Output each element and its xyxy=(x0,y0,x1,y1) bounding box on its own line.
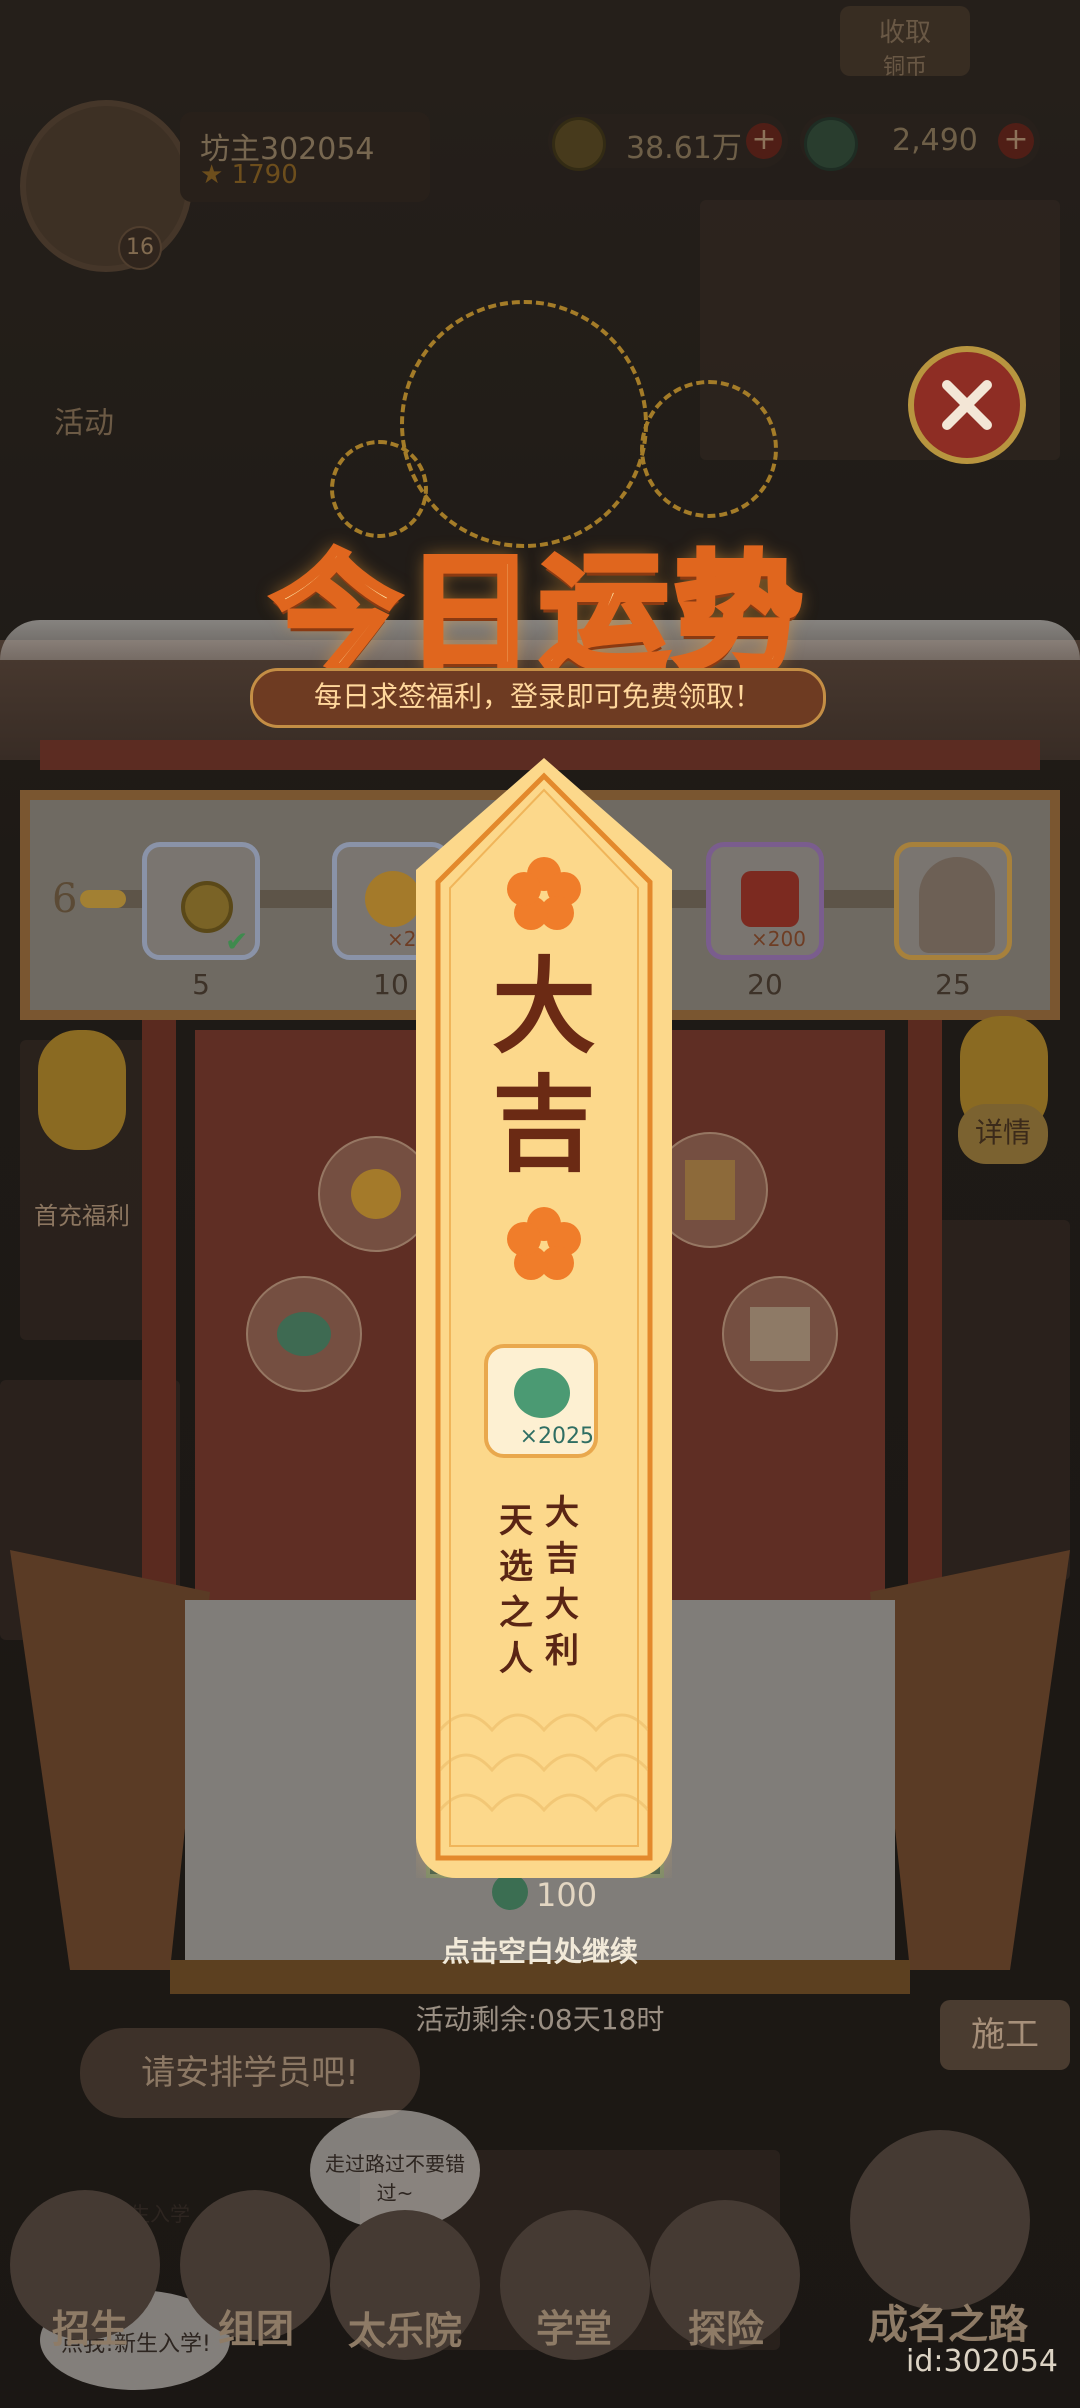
jade-icon xyxy=(514,1368,570,1418)
fortune-reward-count: ×2025 xyxy=(519,1424,594,1449)
stage-pillar xyxy=(908,1020,942,1600)
plum-flower-icon xyxy=(365,871,421,927)
plum-blossom-icon xyxy=(507,857,581,930)
nav-label: 探险 xyxy=(687,2307,764,2351)
milestone-threshold: 5 xyxy=(192,968,210,1001)
nav-label: 学堂 xyxy=(535,2307,612,2351)
progress-fill xyxy=(80,890,126,908)
almanac-book-icon xyxy=(685,1160,735,1220)
nav-road-to-fame-button[interactable] xyxy=(850,2130,1030,2310)
nav-label: 成名之路 xyxy=(868,2302,1028,2348)
reward-milestone[interactable] xyxy=(894,842,1012,960)
firework-decoration-icon xyxy=(640,380,778,518)
scroll-card-icon xyxy=(750,1307,810,1361)
lantern-icon xyxy=(38,1030,126,1150)
nav-label: 太乐院 xyxy=(347,2309,462,2353)
fortune-verse-right: 大吉大利 xyxy=(545,1493,579,1671)
check-icon: ✔ xyxy=(225,925,249,958)
details-button[interactable]: 详情 xyxy=(958,1104,1048,1164)
reward-milestone[interactable]: ×200 xyxy=(706,842,824,960)
stage-pillar xyxy=(142,1020,176,1600)
speech-bubble-text: 走过路过不要错过~ xyxy=(325,2152,465,2205)
popup-subtitle: 每日求签福利，登录即可免费领取！ xyxy=(250,668,826,728)
red-box-icon xyxy=(741,871,799,927)
construct-button[interactable]: 施工 xyxy=(940,2000,1070,2070)
draw-price: 100 xyxy=(536,1876,598,1914)
plum-blossom-icon xyxy=(507,1207,581,1280)
prize-bubble xyxy=(246,1276,362,1392)
close-button[interactable] xyxy=(908,346,1026,464)
fortune-verse-left: 天选之人 xyxy=(499,1501,533,1679)
reward-milestone[interactable]: ✔ xyxy=(142,842,260,960)
first-charge-label[interactable]: 首充福利 xyxy=(34,1196,130,1231)
arrange-students-banner[interactable]: 请安排学员吧! xyxy=(80,2028,420,2118)
milestone-threshold: 20 xyxy=(747,968,783,1001)
continue-hint: 点击空白处继续 xyxy=(441,1935,638,1968)
fortune-result: 大吉 xyxy=(416,948,672,1184)
user-id: id:302054 xyxy=(906,2344,1059,2379)
prize-bubble xyxy=(722,1276,838,1392)
plum-flower-icon xyxy=(351,1169,401,1219)
jade-icon xyxy=(277,1312,331,1356)
character-portrait-icon xyxy=(919,857,995,953)
nav-label: 招生 xyxy=(51,2307,128,2351)
milestone-threshold: 25 xyxy=(935,968,971,1001)
progress-current-count: 6 xyxy=(52,876,78,922)
nav-label: 组团 xyxy=(217,2307,294,2351)
fortune-text: 大吉 xyxy=(491,945,596,1186)
milestone-count: ×200 xyxy=(751,927,806,951)
wave-pattern xyxy=(440,1713,648,1813)
jade-icon xyxy=(492,1874,528,1910)
close-icon xyxy=(942,380,992,430)
